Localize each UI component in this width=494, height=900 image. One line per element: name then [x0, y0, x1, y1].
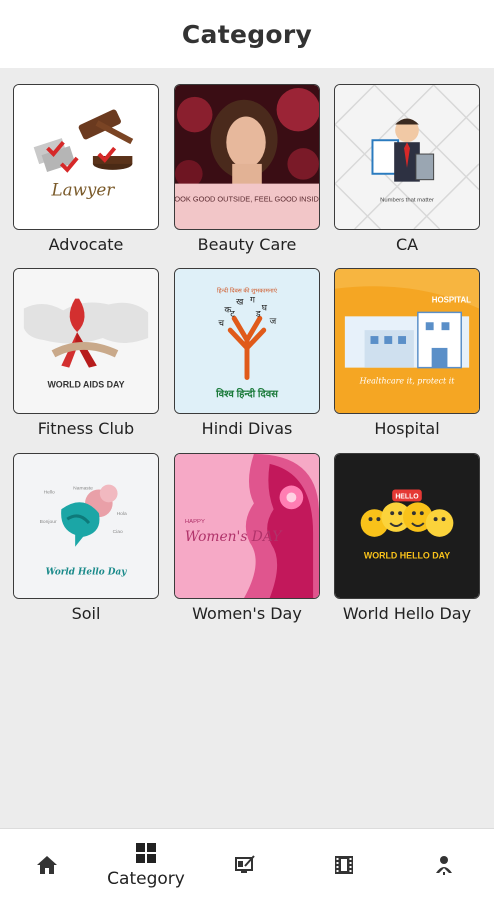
category-card-advocate[interactable]: Lawyer Advocate — [13, 84, 159, 254]
category-label: Soil — [71, 604, 101, 623]
nav-design[interactable] — [205, 829, 285, 900]
tree-icon: हिन्दी दिवस की शुभकामनाएं कख ग घच ज टड विश… — [175, 269, 319, 413]
category-thumbnail: HAPPY Women's DAY — [174, 453, 320, 599]
grid-icon — [136, 843, 156, 863]
nav-video[interactable] — [304, 829, 384, 900]
speech-bubble-icon: Hello Hola Bonjour Ciao Namaste World Hell… — [14, 454, 158, 598]
emoji-icon: HELLO WORLD HELLO DAY — [335, 454, 479, 598]
nav-home[interactable] — [7, 829, 87, 900]
category-label: Beauty Care — [197, 235, 297, 254]
category-card-hindi-divas[interactable]: हिन्दी दिवस की शुभकामनाएं कखग घचज टड विश… — [174, 268, 320, 438]
svg-text:ड: ड — [255, 308, 261, 318]
thumb-text: WORLD HELLO DAY — [364, 551, 450, 561]
nav-category[interactable]: Category — [106, 829, 186, 900]
svg-text:Namaste: Namaste — [73, 486, 93, 492]
profile-icon — [436, 856, 452, 875]
thumb-text: HOSPITAL — [432, 296, 471, 305]
category-card-world-hello-day[interactable]: HELLO WORLD HELLO DAY World Hello Day — [334, 453, 480, 623]
page-title: Category — [181, 19, 313, 49]
thumb-subtext: Healthcare it, protect it — [359, 376, 456, 385]
category-thumbnail: HOSPITAL Healthcare it, protect it — [334, 268, 480, 414]
svg-text:हिन्दी दिवस की शुभकामनाएं: हिन्दी दिवस की शुभकामनाएं — [217, 287, 278, 295]
category-thumbnail: Hello Hola Bonjour Ciao Namaste World Hell… — [13, 453, 159, 599]
portrait-image: LOOK GOOD OUTSIDE, FEEL GOOD INSIDE — [175, 85, 319, 229]
svg-text:ज: ज — [270, 316, 277, 326]
thumb-text: Lawyer — [50, 179, 115, 199]
nav-profile[interactable] — [404, 829, 484, 900]
home-icon — [37, 856, 57, 874]
app-header: Category — [0, 0, 494, 68]
svg-text:Numbers that matter: Numbers that matter — [380, 197, 434, 203]
svg-text:घ: घ — [262, 302, 268, 312]
category-thumbnail: Lawyer — [13, 84, 159, 230]
bottom-navigation: Category — [0, 828, 494, 900]
thumb-text: WORLD AIDS DAY — [47, 379, 124, 389]
nav-label: Category — [107, 869, 185, 889]
hospital-icon: HOSPITAL Healthcare it, protect it — [335, 269, 479, 413]
thumb-text: Women's DAY — [185, 529, 283, 545]
woman-silhouette-icon: HAPPY Women's DAY — [175, 454, 319, 598]
svg-text:Hello: Hello — [44, 489, 55, 495]
category-card-beauty-care[interactable]: LOOK GOOD OUTSIDE, FEEL GOOD INSIDE Beau… — [174, 84, 320, 254]
svg-text:ट: ट — [230, 308, 235, 318]
category-card-ca[interactable]: Numbers that matter CA — [334, 84, 480, 254]
category-label: Advocate — [48, 235, 124, 254]
category-thumbnail: HELLO WORLD HELLO DAY — [334, 453, 480, 599]
svg-text:च: च — [218, 318, 224, 328]
thumb-text: विश्व हिन्दी दिवस — [215, 387, 279, 400]
gavel-icon: Lawyer — [14, 85, 158, 229]
ribbon-icon: WORLD AIDS DAY — [14, 269, 158, 413]
category-label: Hospital — [374, 419, 440, 438]
video-icon — [335, 856, 353, 874]
category-thumbnail: WORLD AIDS DAY — [13, 268, 159, 414]
category-thumbnail: LOOK GOOD OUTSIDE, FEEL GOOD INSIDE — [174, 84, 320, 230]
category-label: CA — [395, 235, 419, 254]
category-thumbnail: हिन्दी दिवस की शुभकामनाएं कखग घचज टड विश… — [174, 268, 320, 414]
category-label: Hindi Divas — [201, 419, 293, 438]
thumb-text: World Hello Day — [46, 567, 128, 577]
design-icon — [235, 855, 255, 873]
accountant-icon: Numbers that matter — [335, 85, 479, 229]
category-label: Women's Day — [192, 604, 302, 623]
svg-text:ख: ख — [236, 297, 244, 307]
svg-text:HELLO: HELLO — [395, 493, 419, 500]
svg-text:Bonjour: Bonjour — [40, 519, 57, 525]
thumb-text: LOOK GOOD OUTSIDE, FEEL GOOD INSIDE — [175, 194, 319, 203]
category-label: World Hello Day — [342, 604, 472, 623]
category-label: Fitness Club — [37, 419, 135, 438]
category-card-soil[interactable]: Hello Hola Bonjour Ciao Namaste World Hell… — [13, 453, 159, 623]
svg-text:Ciao: Ciao — [113, 529, 123, 535]
thumb-pre: HAPPY — [185, 519, 205, 525]
category-card-womens-day[interactable]: HAPPY Women's DAY Women's Day — [174, 453, 320, 623]
category-card-hospital[interactable]: HOSPITAL Healthcare it, protect it Hospi… — [334, 268, 480, 438]
category-card-fitness-club[interactable]: WORLD AIDS DAY Fitness Club — [13, 268, 159, 438]
svg-text:Hola: Hola — [117, 511, 127, 517]
category-thumbnail: Numbers that matter — [334, 84, 480, 230]
